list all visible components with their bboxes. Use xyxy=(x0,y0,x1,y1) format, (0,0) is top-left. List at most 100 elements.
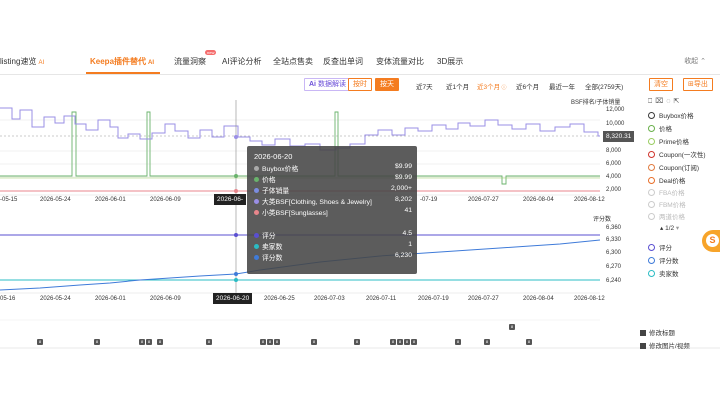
legend-item-prime[interactable]: Prime价格 xyxy=(648,136,689,146)
event-marker[interactable]: 8 xyxy=(260,339,266,345)
tooltip-value: 6,230 xyxy=(394,252,412,259)
legend-item-coupon-sub[interactable]: Coupon(订阅) xyxy=(648,162,699,172)
tab-reverse-words[interactable]: 反查出单词 xyxy=(323,56,363,67)
legend-item-rating-count[interactable]: 评分数 xyxy=(648,255,679,265)
legend-item-deal[interactable]: Deal价格 xyxy=(648,175,685,185)
edit-title-link[interactable]: 修改标题 xyxy=(640,327,675,337)
event-marker[interactable]: 8 xyxy=(509,324,515,330)
pager-label: 1/2 xyxy=(665,225,675,232)
tab-all-sites[interactable]: 全站点售卖 xyxy=(273,56,313,67)
event-marker[interactable]: 8 xyxy=(526,339,532,345)
legend-pager[interactable]: ▴ 1/2 ▾ xyxy=(660,224,679,232)
legend-item-dual[interactable]: 两道价格 xyxy=(648,211,685,221)
series-dot xyxy=(254,255,259,260)
axis-tick: 6,240 xyxy=(606,278,622,284)
tooltip-label: 卖家数 xyxy=(262,244,283,251)
collapse-button[interactable]: 收起 ⌃ xyxy=(684,56,706,66)
legend-item-fbm[interactable]: FBM价格 xyxy=(648,199,686,209)
event-marker[interactable]: 8 xyxy=(94,339,100,345)
image-icon xyxy=(640,343,646,349)
x-date: 2026-06-01 xyxy=(95,296,126,302)
tab-label: 流量洞察 xyxy=(174,57,206,66)
legend-item-sellers[interactable]: 卖家数 xyxy=(648,268,679,278)
clear-button[interactable]: 清空 xyxy=(649,78,673,91)
x-date: 2026-07-11 xyxy=(366,296,397,302)
tooltip-row: Buybox价格 $9.99 xyxy=(254,163,412,173)
legend-toolbar-icons[interactable]: ⎕⌧◌⇱ xyxy=(648,97,682,106)
legend-swatch xyxy=(648,244,655,251)
event-marker[interactable]: 8 xyxy=(267,339,273,345)
range-3m[interactable]: 近3个月 ⓘ xyxy=(477,81,507,91)
tooltip-row: 评分 4.5 xyxy=(254,230,412,240)
legend-item-buybox[interactable]: Buybox价格 xyxy=(648,110,694,120)
tooltip-label: Buybox价格 xyxy=(262,166,299,173)
link-label: 修改图片/视频 xyxy=(649,343,690,350)
clear-label: 清空 xyxy=(654,81,668,88)
hourly-button[interactable]: 按时 xyxy=(348,78,372,91)
legend-item-coupon-once[interactable]: Coupon(一次性) xyxy=(648,149,706,159)
tab-label: 反查出单词 xyxy=(323,57,363,66)
range-1m[interactable]: 近1个月 xyxy=(446,81,469,91)
event-marker[interactable]: 8 xyxy=(206,339,212,345)
chart-tooltip: 2026-06-20 Buybox价格 $9.99 价格 $9.99 子体销量 2,0… xyxy=(247,146,417,274)
bottom-axis-title: 评分数 xyxy=(593,217,612,223)
daily-button[interactable]: 按天 xyxy=(375,78,399,91)
legend-swatch xyxy=(648,201,655,208)
info-icon: ⓘ xyxy=(500,85,507,91)
legend-swatch xyxy=(648,189,655,196)
tooltip-row: 大类BSF[Clothing, Shoes & Jewelry] 8,202 xyxy=(254,196,412,206)
tab-listing[interactable]: listing速览 AI xyxy=(0,56,44,67)
tab-variant-traffic[interactable]: 变体流量对比 xyxy=(376,56,424,67)
event-marker[interactable]: 8 xyxy=(354,339,360,345)
export-button[interactable]: ⊞导出 xyxy=(683,78,713,91)
event-marker[interactable]: 8 xyxy=(397,339,403,345)
legend-swatch xyxy=(648,213,655,220)
tooltip-row: 小类BSF[Sunglasses] 41 xyxy=(254,207,412,217)
tooltip-value: 41 xyxy=(404,207,412,214)
tab-ai-review[interactable]: AI评论分析 xyxy=(222,56,262,67)
axis-tick: 6,300 xyxy=(606,250,622,256)
event-marker[interactable]: 8 xyxy=(37,339,43,345)
legend-item-price[interactable]: 价格 xyxy=(648,123,672,133)
event-marker[interactable]: 8 xyxy=(390,339,396,345)
event-marker[interactable]: 8 xyxy=(139,339,145,345)
hover-point xyxy=(234,272,238,276)
tab-label: 变体流量对比 xyxy=(376,57,424,66)
tooltip-label: 子体销量 xyxy=(262,188,290,195)
series-dot xyxy=(254,166,259,171)
legend-item-rating[interactable]: 评分 xyxy=(648,242,672,252)
series-dot xyxy=(254,233,259,238)
range-6m[interactable]: 近6个月 xyxy=(516,81,539,91)
data-interpret-button[interactable]: Ai 数据解读 xyxy=(304,78,351,91)
event-marker[interactable]: 8 xyxy=(146,339,152,345)
range-1y[interactable]: 最近一年 xyxy=(549,81,575,91)
event-marker[interactable]: 8 xyxy=(311,339,317,345)
tab-3d[interactable]: 3D展示 xyxy=(437,56,463,67)
pager-next-icon[interactable]: ▾ xyxy=(674,225,679,232)
tab-label: listing速览 xyxy=(0,57,37,66)
axis-tick: 6,330 xyxy=(606,237,622,243)
event-marker[interactable]: 8 xyxy=(411,339,417,345)
legend-label: 评分 xyxy=(659,245,672,252)
tab-traffic[interactable]: 流量洞察 new xyxy=(174,50,217,67)
legend-item-fba[interactable]: FBA价格 xyxy=(648,187,685,197)
legend-label: Coupon(订阅) xyxy=(659,165,700,172)
floating-tool-button[interactable]: S xyxy=(702,230,720,252)
top-axis-title: BSF排名/子体销量 xyxy=(571,100,621,106)
edit-media-link[interactable]: 修改图片/视频 xyxy=(640,340,690,350)
tooltip-row: 卖家数 1 xyxy=(254,241,412,251)
range-all[interactable]: 全部(2759天) xyxy=(585,81,623,91)
legend-label: FBA价格 xyxy=(659,190,685,197)
event-marker[interactable]: 8 xyxy=(455,339,461,345)
event-marker[interactable]: 8 xyxy=(157,339,163,345)
event-marker[interactable]: 8 xyxy=(404,339,410,345)
tab-keepa[interactable]: Keepa插件替代 AI xyxy=(90,56,154,67)
series-dot xyxy=(254,210,259,215)
range-7d[interactable]: 近7天 xyxy=(416,81,433,91)
x-date: 2026-06-25 xyxy=(264,296,295,302)
event-marker[interactable]: 8 xyxy=(274,339,280,345)
event-marker[interactable]: 8 xyxy=(484,339,490,345)
legend-label: 两道价格 xyxy=(659,214,685,221)
x-date: 2026-07-27 xyxy=(468,296,499,302)
legend-swatch xyxy=(648,125,655,132)
